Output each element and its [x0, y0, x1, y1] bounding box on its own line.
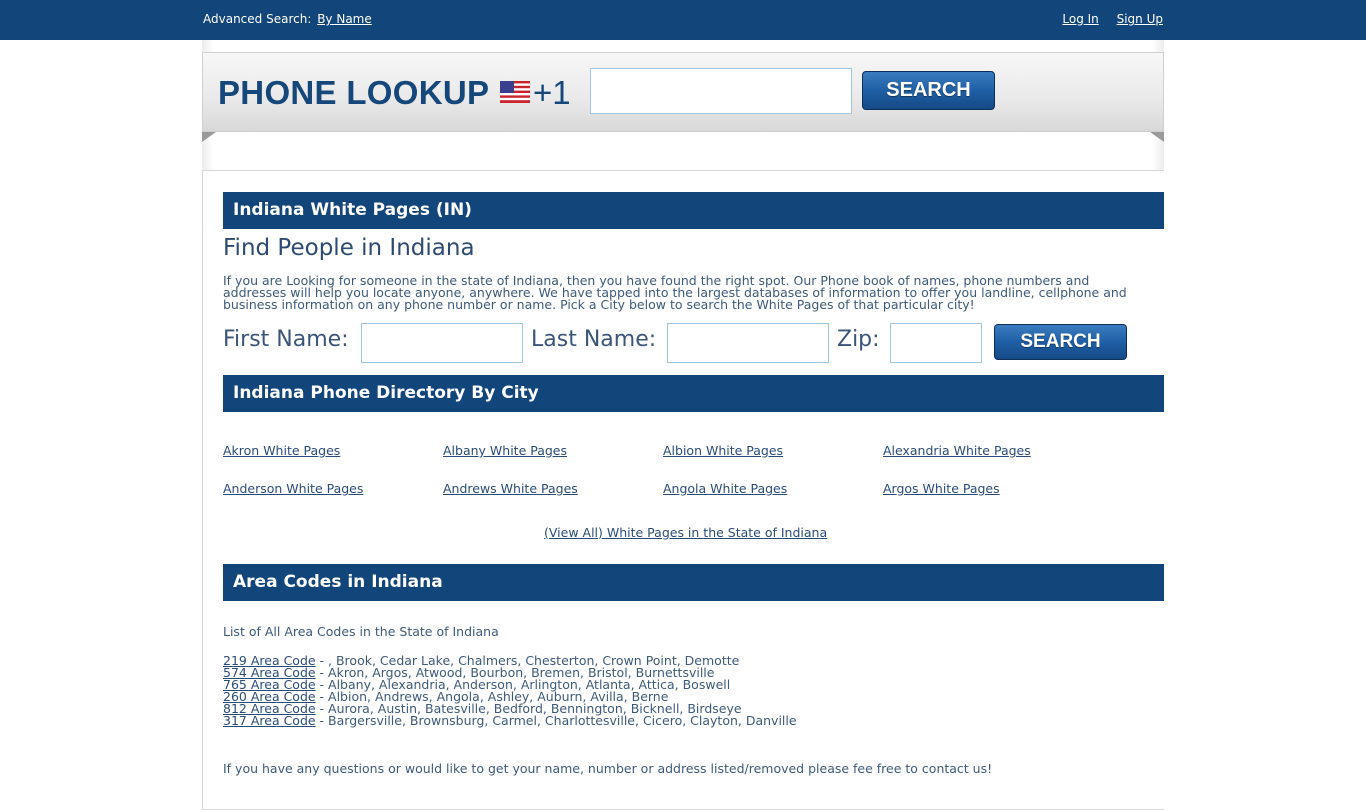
city-link[interactable]: Andrews White Pages	[443, 481, 578, 496]
view-all-cities-link[interactable]: (View All) White Pages in the State of I…	[544, 525, 827, 540]
site-logo[interactable]: PHONE LOOKUP	[218, 74, 489, 112]
section-bar-area-codes: Area Codes in Indiana	[223, 564, 1164, 601]
contact-note: If you have any questions or would like …	[223, 761, 993, 776]
country-code: +1	[533, 74, 571, 111]
area-code-cities: - Bargersville, Brownsburg, Carmel, Char…	[315, 713, 797, 728]
area-code-link[interactable]: 317 Area Code	[223, 713, 316, 728]
phone-number-input[interactable]	[590, 68, 852, 114]
intro-paragraph: If you are Looking for someone in the st…	[223, 273, 1127, 312]
city-link[interactable]: Albany White Pages	[443, 443, 567, 458]
area-codes-intro: List of All Area Codes in the State of I…	[223, 624, 499, 639]
last-name-input[interactable]	[667, 323, 829, 363]
auth-links: Log In Sign Up	[1048, 12, 1163, 26]
advanced-search-label: Advanced Search:	[203, 12, 312, 26]
page-container: PHONE LOOKUP +1 SEARCH Indiana White Pag…	[202, 40, 1164, 810]
people-search-form: First Name: Last Name: Zip: SEARCH	[223, 323, 1164, 375]
signup-link[interactable]: Sign Up	[1117, 12, 1163, 26]
by-name-link[interactable]: By Name	[317, 12, 372, 26]
us-flag-icon	[500, 81, 530, 103]
city-link[interactable]: Akron White Pages	[223, 443, 340, 458]
people-search-button[interactable]: SEARCH	[994, 324, 1127, 360]
header-fold-right	[1150, 132, 1164, 142]
city-link[interactable]: Albion White Pages	[663, 443, 783, 458]
last-name-label: Last Name:	[531, 327, 657, 352]
city-link[interactable]: Anderson White Pages	[223, 481, 363, 496]
zip-label: Zip:	[837, 327, 880, 352]
city-link[interactable]: Angola White Pages	[663, 481, 787, 496]
top-nav-bar: Advanced Search: By Name Log In Sign Up	[0, 0, 1366, 40]
section-bar-city-directory: Indiana Phone Directory By City	[223, 375, 1164, 412]
advanced-search: Advanced Search: By Name	[203, 12, 372, 26]
first-name-input[interactable]	[361, 323, 523, 363]
area-code-list: 219 Area Code - , Brook, Cedar Lake, Cha…	[223, 654, 1164, 728]
city-link[interactable]: Alexandria White Pages	[883, 443, 1031, 458]
header-fold-left	[202, 132, 216, 142]
city-link[interactable]: Argos White Pages	[883, 481, 1000, 496]
section-bar-white-pages: Indiana White Pages (IN)	[223, 192, 1164, 229]
header-band: PHONE LOOKUP +1 SEARCH	[202, 40, 1164, 170]
main-content: Indiana White Pages (IN) Find People in …	[202, 170, 1164, 810]
page-heading: Find People in Indiana	[223, 235, 475, 261]
first-name-label: First Name:	[223, 327, 349, 352]
phone-search-button[interactable]: SEARCH	[862, 71, 995, 110]
city-links: Akron White Pages Albany White Pages Alb…	[223, 412, 1164, 564]
phone-lookup-header: PHONE LOOKUP +1 SEARCH	[202, 52, 1164, 132]
login-link[interactable]: Log In	[1062, 12, 1098, 26]
zip-input[interactable]	[890, 323, 982, 363]
area-code-row: 317 Area Code - Bargersville, Brownsburg…	[223, 713, 1164, 728]
